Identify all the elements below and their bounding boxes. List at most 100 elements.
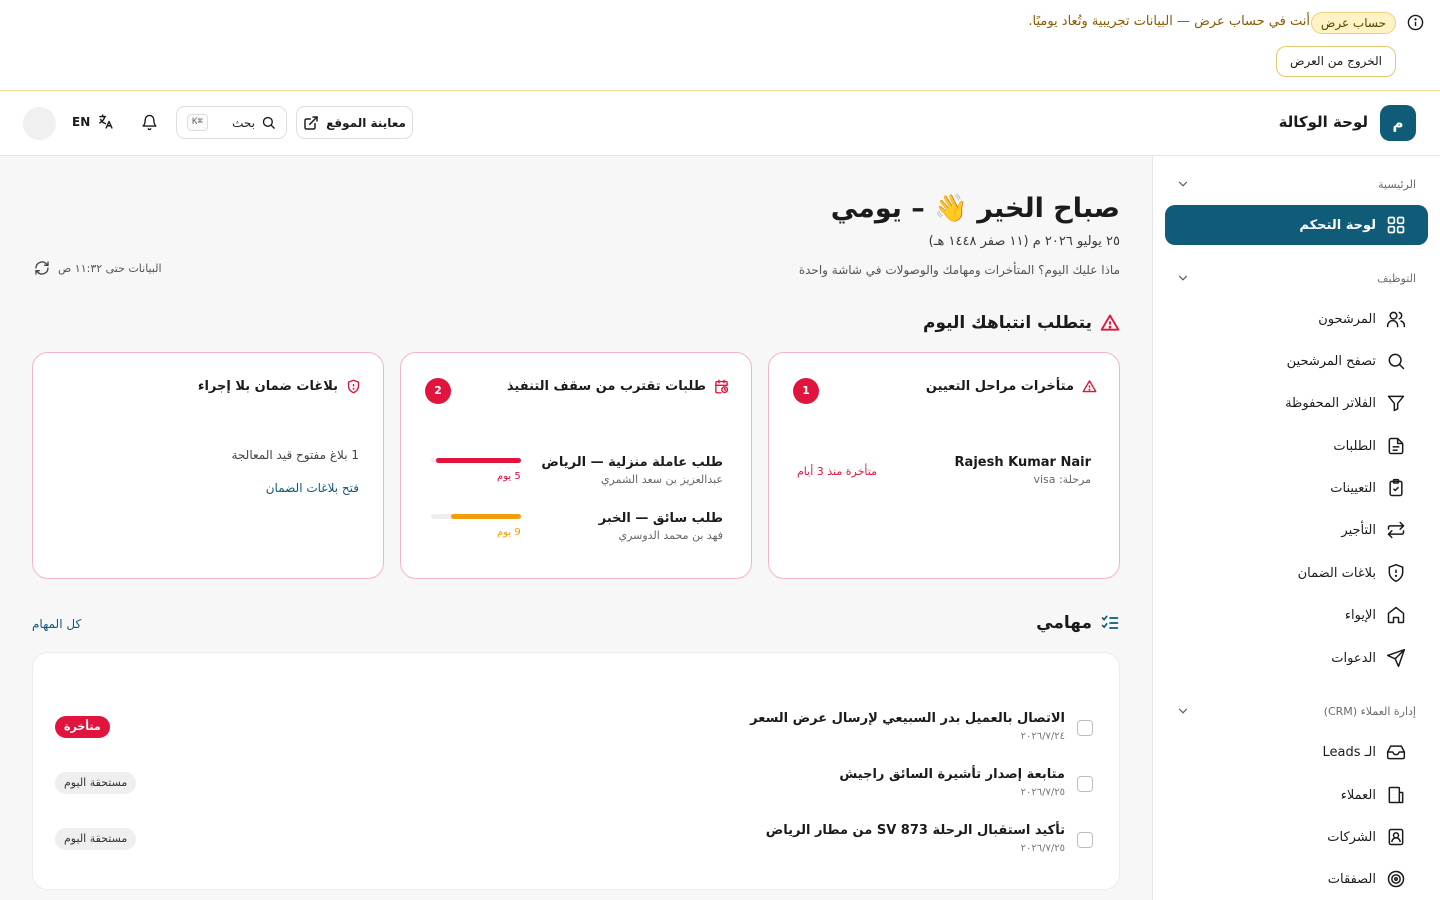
sidebar-item-label: العملاء <box>1340 787 1376 803</box>
search-icon <box>1388 353 1405 370</box>
data-refresh[interactable]: البيانات حتى ١١:٣٢ ص <box>34 260 162 276</box>
sidebar-item-leads[interactable]: الـ Leads <box>1176 732 1416 772</box>
sidebar-item-label: لوحة التحكم <box>1299 217 1376 233</box>
progress-track <box>431 514 521 519</box>
clipboard-check-icon <box>1389 478 1403 497</box>
sidebar-item-housing[interactable]: الإيواء <box>1176 595 1416 635</box>
card-overdue-stages: متأخرات مراحل التعيين 1 Rajesh Kumar Nai… <box>768 352 1120 579</box>
filter-icon <box>1387 395 1405 412</box>
task-item: تأكيد استقبال الرحلة SV 873 من مطار الري… <box>53 823 1093 863</box>
chevron-down-icon <box>1178 708 1188 714</box>
sidebar-item-label: التأجير <box>1341 522 1376 538</box>
card-warranty-no-action: بلاغات ضمان بلا إجراء 1 بلاغ مفتوح قيد ا… <box>32 352 384 579</box>
request-row[interactable]: طلب عاملة منزلية — الرياض عبدالعزيز بن س… <box>541 455 723 486</box>
card-header: متأخرات مراحل التعيين <box>926 379 1097 394</box>
brand-title: لوحة الوكالة <box>1278 113 1368 131</box>
progress-fill <box>450 514 521 519</box>
swap-icon <box>1387 521 1405 539</box>
task-date: ٢٠٢٦/٧/٢٥ <box>1020 787 1065 798</box>
status-badge: مستحقة اليوم <box>55 828 137 850</box>
send-icon <box>1386 648 1406 668</box>
nav-group-label: الرئيسية <box>1378 177 1416 191</box>
tasks-heading: مهامي <box>1036 613 1120 633</box>
document-icon <box>1388 437 1404 455</box>
card-header: بلاغات ضمان بلا إجراء <box>198 379 361 394</box>
stage-label: مرحلة: visa <box>1033 473 1091 486</box>
tasks-list: الاتصال بالعميل بدر السبيعي لإرسال عرض ا… <box>32 652 1120 890</box>
task-item: متابعة إصدار تأشيرة السائق راجيش ٢٠٢٦/٧/… <box>53 767 1093 807</box>
date-line: ٢٥ يوليو ٢٠٢٦ م (١١ صفر ١٤٤٨ هـ) <box>928 234 1120 249</box>
shield-alert-icon <box>347 379 360 394</box>
candidate-name: Rajesh Kumar Nair <box>954 455 1091 470</box>
top-header: م لوحة الوكالة معاينة الموقع بحث ⌘K <box>0 91 1440 156</box>
card-header: طلبات تقترب من سقف التنفيذ <box>507 379 729 394</box>
home-icon <box>1387 606 1405 624</box>
refresh-icon <box>35 261 49 275</box>
sidebar-item-label: تصفح المرشحين <box>1286 353 1376 369</box>
nav-group-home[interactable]: الرئيسية <box>1176 177 1416 191</box>
nav-group-crm[interactable]: إدارة العملاء (CRM) <box>1176 704 1416 718</box>
search-button[interactable]: بحث ⌘K <box>176 106 287 139</box>
list-check-icon <box>1101 615 1119 629</box>
sidebar-item-label: الفلاتر المحفوظة <box>1285 395 1376 411</box>
progress-fill <box>435 458 521 463</box>
preview-site-button[interactable]: معاينة الموقع <box>296 106 413 139</box>
sidebar-item-leasing[interactable]: التأجير <box>1176 510 1416 550</box>
page-title: صباح الخير 👋 – يومي <box>830 193 1120 224</box>
page-subtitle: ماذا عليك اليوم؟ المتأخرات ومهامك والوصو… <box>798 263 1120 277</box>
sidebar-item-browse-candidates[interactable]: تصفح المرشحين <box>1176 341 1416 381</box>
sidebar-item-label: الدعوات <box>1331 650 1376 666</box>
user-avatar[interactable] <box>23 107 56 140</box>
task-checkbox[interactable] <box>1077 776 1093 792</box>
data-updated-label: البيانات حتى ١١:٣٢ ص <box>58 261 162 275</box>
language-toggle[interactable]: EN <box>72 113 114 130</box>
search-shortcut: ⌘K <box>187 114 208 131</box>
search-label: بحث <box>232 115 255 130</box>
warning-triangle-icon <box>1082 380 1097 393</box>
overdue-row[interactable]: Rajesh Kumar Nair مرحلة: visa <box>955 455 1091 486</box>
target-icon <box>1387 870 1405 888</box>
open-warranty-link[interactable]: فتح بلاغات الضمان <box>266 481 359 495</box>
sidebar-item-clients[interactable]: العملاء <box>1176 775 1416 815</box>
sidebar-item-assignments[interactable]: التعيينات <box>1176 468 1416 508</box>
chevron-down-icon <box>1178 181 1188 187</box>
sidebar-item-invitations[interactable]: الدعوات <box>1176 638 1416 678</box>
task-title[interactable]: الاتصال بالعميل بدر السبيعي لإرسال عرض ا… <box>750 711 1065 726</box>
status-badge: متأخرة <box>55 716 110 738</box>
sidebar-item-saved-filters[interactable]: الفلاتر المحفوظة <box>1176 383 1416 423</box>
sidebar-item-deals[interactable]: الصفقات <box>1176 859 1416 899</box>
attention-title: يتطلب انتباهك اليوم <box>922 313 1092 333</box>
info-icon <box>1407 14 1424 31</box>
nav-group-label: إدارة العملاء (CRM) <box>1323 704 1416 718</box>
sidebar-item-dashboard[interactable]: لوحة التحكم <box>1165 205 1428 245</box>
notifications-bell-icon[interactable] <box>141 114 158 131</box>
nav-group-recruitment[interactable]: التوظيف <box>1176 271 1416 285</box>
exit-demo-button[interactable]: الخروج من العرض <box>1276 46 1396 77</box>
progress-track <box>431 458 521 463</box>
warranty-summary: 1 بلاغ مفتوح قيد المعالجة <box>231 448 360 462</box>
sidebar-item-label: الصفقات <box>1327 871 1376 887</box>
task-checkbox[interactable] <box>1077 832 1093 848</box>
card-title: طلبات تقترب من سقف التنفيذ <box>506 379 706 394</box>
count-badge: 1 <box>793 378 819 404</box>
request-title: طلب سائق — الخبر <box>598 511 723 526</box>
sidebar-item-candidates[interactable]: المرشحون <box>1176 299 1416 339</box>
task-checkbox[interactable] <box>1077 720 1093 736</box>
sidebar-item-label: الإيواء <box>1344 607 1376 623</box>
sidebar-item-requests[interactable]: الطلبات <box>1176 426 1416 466</box>
task-title[interactable]: تأكيد استقبال الرحلة SV 873 من مطار الري… <box>766 823 1065 838</box>
sidebar-item-label: المرشحون <box>1318 311 1376 327</box>
brand-logo[interactable]: م <box>1380 105 1416 141</box>
sidebar-item-label: بلاغات الضمان <box>1297 565 1376 581</box>
sidebar-item-label: التعيينات <box>1330 480 1376 496</box>
task-item: الاتصال بالعميل بدر السبيعي لإرسال عرض ا… <box>53 711 1093 751</box>
all-tasks-link[interactable]: كل المهام <box>32 617 81 631</box>
search-icon <box>262 116 275 129</box>
language-label: EN <box>72 114 91 129</box>
sidebar-item-warranty-reports[interactable]: بلاغات الضمان <box>1176 553 1416 593</box>
task-title[interactable]: متابعة إصدار تأشيرة السائق راجيش <box>839 767 1065 782</box>
attention-heading: يتطلب انتباهك اليوم <box>923 313 1120 333</box>
request-row[interactable]: طلب سائق — الخبر فهد بن محمد الدوسري <box>599 511 723 542</box>
sidebar-item-companies[interactable]: الشركات <box>1176 817 1416 857</box>
warning-triangle-icon <box>1100 314 1120 331</box>
